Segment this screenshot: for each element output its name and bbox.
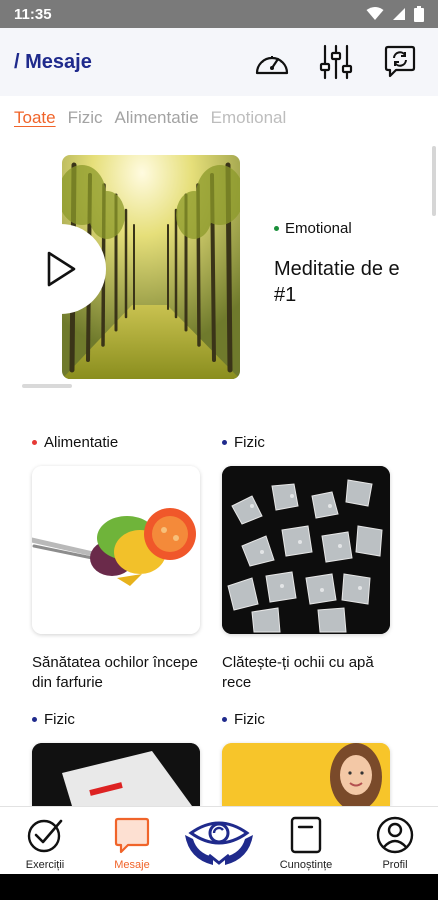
featured-category: Emotional bbox=[274, 220, 352, 237]
card-title[interactable]: Clătește-ți ochii cu apă rece bbox=[222, 653, 402, 693]
paper-image bbox=[32, 743, 200, 806]
play-button[interactable] bbox=[16, 224, 106, 314]
nav-exercitii[interactable]: Exerciții bbox=[5, 807, 85, 875]
category-dot bbox=[32, 717, 37, 722]
sliders-icon bbox=[319, 44, 353, 80]
battery-icon bbox=[414, 6, 424, 22]
status-time: 11:35 bbox=[14, 5, 52, 23]
wifi-icon bbox=[366, 7, 384, 20]
category-dot bbox=[32, 440, 37, 445]
carousel-indicator bbox=[22, 384, 72, 388]
filter-button[interactable] bbox=[318, 44, 354, 80]
nav-label: Exerciții bbox=[25, 859, 65, 871]
card-image-food[interactable] bbox=[32, 466, 200, 634]
fork-vegetables-image bbox=[32, 466, 200, 634]
nav-label: Cunoștințe bbox=[279, 859, 333, 871]
category-dot bbox=[274, 226, 279, 231]
woman-portrait-image bbox=[222, 743, 390, 806]
tab-toate[interactable]: Toate bbox=[14, 108, 56, 128]
card-category-label: Alimentatie bbox=[44, 434, 119, 451]
refresh-chat-icon bbox=[384, 45, 416, 78]
tab-fizic[interactable]: Fizic bbox=[68, 108, 103, 128]
card-image-ice[interactable] bbox=[222, 466, 390, 634]
card-image-woman[interactable] bbox=[222, 743, 390, 806]
nav-cunostinte[interactable]: Cunoștințe bbox=[266, 807, 346, 875]
status-icons bbox=[366, 6, 424, 22]
nav-mesaje[interactable]: Mesaje bbox=[92, 807, 172, 875]
app-header: / Mesaje bbox=[0, 28, 438, 96]
category-dot bbox=[222, 717, 227, 722]
book-icon bbox=[290, 816, 322, 854]
speedometer-button[interactable] bbox=[254, 44, 290, 80]
scrollbar[interactable] bbox=[432, 146, 436, 216]
nav-profil[interactable]: Profil bbox=[355, 807, 435, 875]
page-title: / Mesaje bbox=[14, 50, 92, 73]
speedometer-icon bbox=[255, 56, 289, 75]
user-profile-icon bbox=[376, 816, 414, 854]
chat-bubble-icon bbox=[114, 817, 150, 854]
nav-home-logo[interactable] bbox=[180, 807, 258, 875]
status-bar: 11:35 bbox=[0, 0, 438, 28]
card-title[interactable]: Sănătatea ochilor începe din farfurie bbox=[32, 653, 212, 693]
play-icon bbox=[47, 251, 76, 287]
refresh-chat-button[interactable] bbox=[382, 44, 418, 80]
featured-category-label: Emotional bbox=[285, 220, 352, 237]
category-dot bbox=[222, 440, 227, 445]
card-category: Fizic bbox=[32, 711, 75, 728]
card-category: Alimentatie bbox=[32, 434, 118, 451]
signal-icon bbox=[393, 8, 405, 20]
checkmark-circle-icon bbox=[27, 819, 63, 853]
nav-label: Profil bbox=[382, 859, 408, 871]
bottom-navigation: Exerciții Mesaje Cunoștințe Profil bbox=[0, 806, 438, 874]
tab-emotional[interactable]: Emotional bbox=[211, 108, 287, 128]
card-image-paper[interactable] bbox=[32, 743, 200, 806]
card-category-label: Fizic bbox=[234, 711, 265, 728]
card-category: Fizic bbox=[222, 434, 265, 451]
nav-label: Mesaje bbox=[114, 859, 150, 871]
card-category: Fizic bbox=[222, 711, 265, 728]
ice-cubes-image bbox=[222, 466, 390, 634]
category-tabs: Toate Fizic Alimentatie Emotional bbox=[14, 108, 286, 128]
eye-hands-logo-icon bbox=[185, 821, 253, 865]
featured-title[interactable]: Meditatie de e #1 bbox=[274, 256, 434, 308]
tab-alimentatie[interactable]: Alimentatie bbox=[115, 108, 199, 128]
card-category-label: Fizic bbox=[44, 711, 75, 728]
system-navigation-bar bbox=[0, 874, 438, 900]
card-category-label: Fizic bbox=[234, 434, 265, 451]
